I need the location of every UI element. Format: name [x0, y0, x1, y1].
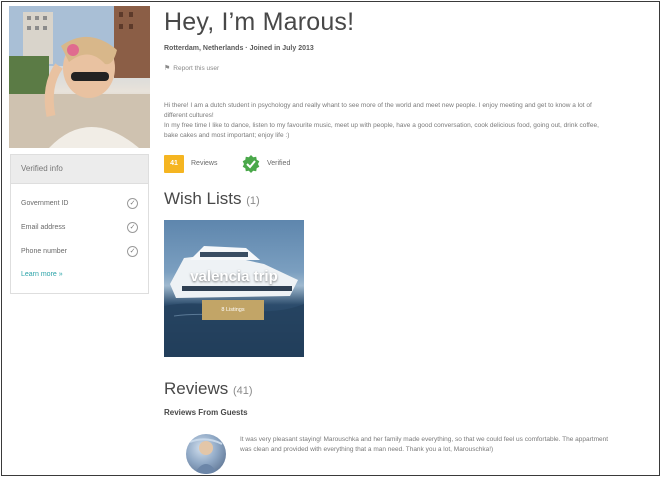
verified-badge-icon	[242, 155, 260, 173]
profile-page: Verified info Government ID ✓ Email addr…	[1, 1, 660, 476]
reviews-from-guests-heading: Reviews From Guests	[164, 408, 248, 417]
reviews-count: (41)	[232, 385, 253, 397]
profile-photo-image	[9, 6, 150, 148]
verified-item-phone: Phone number ✓	[21, 245, 138, 259]
bio-line: Hi there! I am a dutch student in psycho…	[164, 102, 592, 119]
reviews-count-badge[interactable]: 41	[164, 155, 184, 173]
flag-icon: ⚑	[164, 65, 171, 72]
check-circle-icon: ✓	[127, 222, 138, 233]
wish-lists-heading: Wish Lists	[164, 189, 242, 208]
location-joined: Rotterdam, Netherlands · Joined in July …	[164, 45, 314, 52]
learn-more-link[interactable]: Learn more »	[21, 271, 63, 278]
verified-badge-label: Verified	[267, 160, 291, 167]
wishlist-card-valencia-trip[interactable]: valencia trip 8 Listings	[164, 220, 304, 357]
reviews-title: Reviews (41)	[164, 379, 253, 399]
check-circle-icon: ✓	[127, 246, 138, 257]
bio-line: In my free time I like to dance, listen …	[164, 122, 599, 139]
verified-info-heading: Verified info	[11, 155, 148, 184]
check-circle-icon: ✓	[127, 198, 138, 209]
verified-item-label: Phone number	[21, 248, 67, 255]
report-user-label: Report this user	[173, 65, 220, 72]
reviews-badge-label: Reviews	[191, 160, 218, 167]
verified-item-government-id: Government ID ✓	[21, 197, 138, 211]
wishlist-listings-button[interactable]: 8 Listings	[202, 300, 264, 320]
verified-item-email: Email address ✓	[21, 221, 138, 235]
wishlist-name: valencia trip	[190, 268, 278, 285]
reviewer-avatar[interactable]	[186, 434, 226, 474]
profile-photo	[9, 6, 150, 148]
wish-lists-title: Wish Lists (1)	[164, 189, 260, 209]
wish-lists-count: (1)	[246, 195, 260, 207]
page-title: Hey, I’m Marous!	[164, 8, 355, 36]
wishlist-boat-image	[164, 246, 304, 357]
verified-item-label: Government ID	[21, 200, 69, 207]
verified-info-card: Verified info Government ID ✓ Email addr…	[10, 154, 149, 294]
report-user-link[interactable]: ⚑ Report this user	[164, 64, 219, 72]
reviews-heading: Reviews	[164, 379, 229, 398]
verified-item-label: Email address	[21, 224, 66, 231]
profile-bio: Hi there! I am a dutch student in psycho…	[164, 101, 609, 141]
reviewer-avatar-image	[189, 438, 223, 474]
review-text: It was very pleasant staying! Marouschka…	[240, 436, 609, 453]
